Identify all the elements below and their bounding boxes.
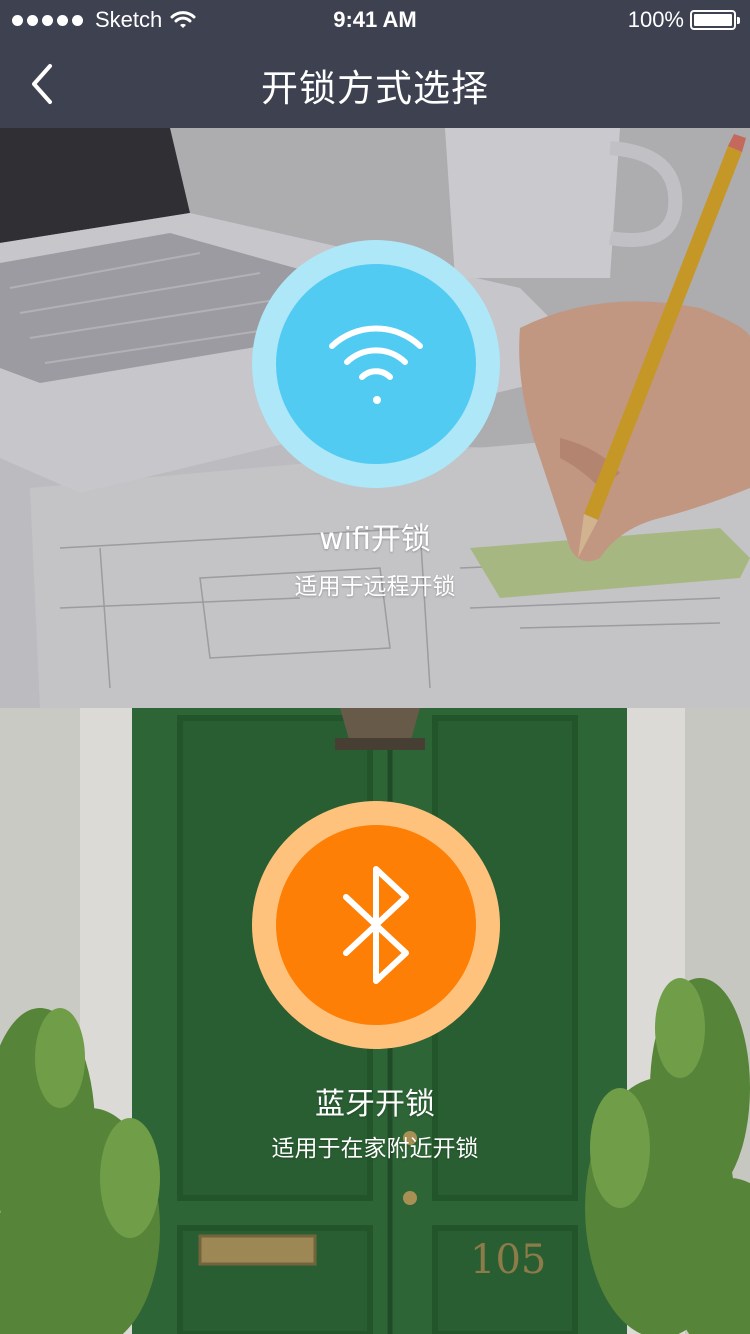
page-title: 开锁方式选择	[261, 67, 489, 110]
wifi-unlock-title: wifi开锁	[319, 522, 431, 557]
bluetooth-unlock-title: 蓝牙开锁	[315, 1087, 435, 1122]
bluetooth-unlock-subtitle: 适用于在家附近开锁	[271, 1136, 479, 1162]
status-right: 100%	[627, 7, 740, 33]
battery-fill	[694, 14, 732, 26]
bluetooth-badge	[252, 801, 500, 1049]
bluetooth-unlock-option[interactable]: 105 蓝牙开锁 适用于在家附近开锁	[0, 708, 750, 1334]
wifi-unlock-subtitle: 适用于远程开锁	[294, 574, 456, 600]
wifi-badge-circle	[276, 264, 476, 464]
navigation-bar: Sketch 9:41 AM 100% 开锁方式选择	[0, 0, 750, 128]
status-bar: Sketch 9:41 AM 100%	[0, 0, 750, 40]
wifi-badge	[252, 240, 500, 488]
battery-icon	[690, 10, 740, 30]
wifi-unlock-option[interactable]: wifi开锁 适用于远程开锁	[0, 128, 750, 708]
bluetooth-badge-circle	[276, 825, 476, 1025]
battery-percent: 100%	[627, 7, 684, 32]
wifi-icon	[329, 325, 423, 404]
bluetooth-icon	[343, 866, 409, 984]
